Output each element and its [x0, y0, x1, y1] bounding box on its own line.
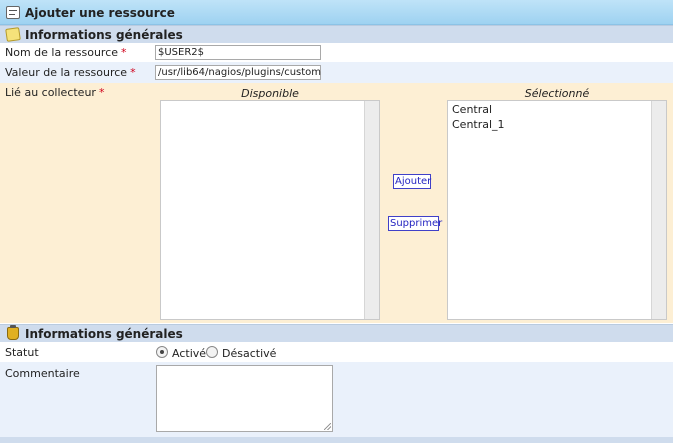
status-label: Statut	[5, 346, 39, 359]
form-footer	[0, 437, 673, 443]
comment-textarea[interactable]	[156, 365, 333, 432]
section-title: Informations générales	[25, 327, 183, 341]
selected-header: Sélectionné	[524, 87, 590, 100]
note-icon	[5, 27, 21, 42]
comment-label: Commentaire	[5, 367, 80, 380]
pot-icon	[7, 325, 19, 340]
section-general-info: Informations générales	[0, 25, 673, 43]
required-marker: *	[98, 86, 105, 99]
resource-name-input[interactable]: $USER2$	[155, 45, 321, 60]
row-status: Statut Activé Désactivé	[0, 342, 673, 362]
available-list[interactable]	[160, 100, 380, 320]
remove-button[interactable]: Supprimer	[388, 216, 442, 231]
available-header: Disponible	[241, 87, 299, 100]
available-list-scrollbar[interactable]	[364, 101, 379, 319]
selected-list[interactable]: Central Central_1	[447, 100, 667, 320]
add-button[interactable]: Ajouter	[393, 174, 431, 189]
list-item[interactable]: Central	[452, 103, 492, 116]
section-title: Informations générales	[25, 28, 183, 42]
list-item[interactable]: Central_1	[452, 118, 505, 131]
required-marker: *	[121, 46, 127, 59]
status-disabled-label[interactable]: Désactivé	[222, 347, 276, 360]
status-disabled-radio[interactable]	[206, 346, 218, 358]
status-enabled-label[interactable]: Activé	[172, 347, 206, 360]
form-header: Ajouter une ressource	[0, 0, 673, 25]
form-title: Ajouter une ressource	[25, 6, 175, 20]
required-marker: *	[130, 66, 136, 79]
form-icon	[6, 6, 20, 19]
row-comment: Commentaire	[0, 362, 673, 437]
row-resource-name: Nom de la ressource * $USER2$	[0, 43, 673, 62]
row-collector: Lié au collecteur * Disponible Sélectionn…	[0, 83, 673, 323]
selected-list-scrollbar[interactable]	[651, 101, 666, 319]
row-resource-value: Valeur de la ressource * /usr/lib64/nagio…	[0, 62, 673, 83]
resize-grip-icon[interactable]	[324, 423, 331, 430]
resource-value-label: Valeur de la ressource *	[5, 66, 136, 79]
section-additional-info: Informations générales	[0, 324, 673, 342]
resource-value-input[interactable]: /usr/lib64/nagios/plugins/custom	[155, 65, 321, 80]
status-enabled-radio[interactable]	[156, 346, 168, 358]
resource-name-label: Nom de la ressource *	[5, 46, 127, 59]
collector-label: Lié au collecteur *	[5, 86, 105, 99]
